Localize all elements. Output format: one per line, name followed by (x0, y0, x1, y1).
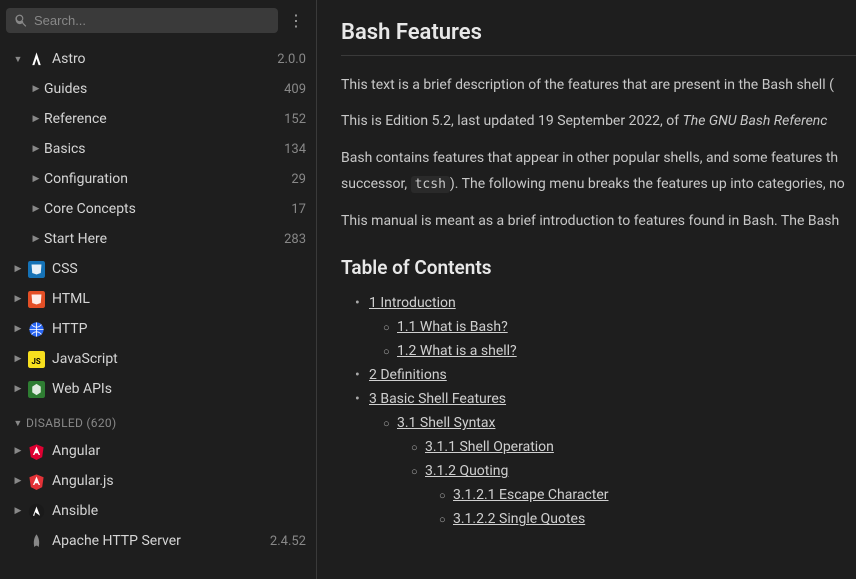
disabled-docset-angular[interactable]: ▶ Angular (0, 436, 316, 466)
chevron-right-icon: ▶ (10, 294, 26, 304)
docset-label: Web APIs (52, 381, 306, 397)
webapi-icon (26, 379, 46, 399)
chevron-right-icon: ▶ (28, 114, 44, 124)
folder-label: Configuration (44, 171, 291, 187)
folder-count: 134 (284, 142, 306, 157)
intro-para-3b: successor, tcsh). The following menu bre… (341, 173, 856, 196)
more-vert-icon: ⋮ (288, 11, 304, 30)
search-box[interactable] (6, 8, 278, 33)
docset-html[interactable]: ▶ HTML (0, 284, 316, 314)
toc: 1 Introduction 1.1 What is Bash? 1.2 Wha… (341, 295, 856, 527)
toc-heading: Table of Contents (341, 256, 856, 279)
folder-count: 17 (291, 202, 306, 217)
intro-para-3a: Bash contains features that appear in ot… (341, 147, 856, 169)
sidebar: ⋮ ▼ Astro 2.0.0 ▶ Guides 409▶ Reference … (0, 0, 317, 579)
docset-javascript[interactable]: ▶ JS JavaScript (0, 344, 316, 374)
tree-folder[interactable]: ▶ Guides 409 (0, 74, 316, 104)
folder-label: Guides (44, 81, 284, 97)
more-menu-button[interactable]: ⋮ (282, 6, 310, 34)
search-icon (14, 13, 28, 27)
chevron-right-icon: ▶ (10, 476, 26, 486)
code-tcsh: tcsh (411, 176, 450, 193)
disabled-docset-angular-js[interactable]: ▶ Angular.js (0, 466, 316, 496)
http-icon (26, 319, 46, 339)
chevron-down-icon: ▼ (10, 418, 26, 429)
tree-folder[interactable]: ▶ Basics 134 (0, 134, 316, 164)
angularjs-icon (26, 471, 46, 491)
disabled-docset-apache-http-server[interactable]: Apache HTTP Server 2.4.52 (0, 526, 316, 556)
chevron-right-icon: ▶ (28, 174, 44, 184)
toc-link[interactable]: 3.1.1 Shell Operation (425, 439, 554, 455)
chevron-down-icon: ▼ (10, 54, 26, 65)
astro-icon (26, 49, 46, 69)
ansible-icon (26, 501, 46, 521)
folder-label: Core Concepts (44, 201, 291, 217)
disabled-header-label: DISABLED (620) (26, 416, 116, 430)
intro-para-4: This manual is meant as a brief introduc… (341, 210, 856, 232)
angular-icon (26, 441, 46, 461)
chevron-right-icon: ▶ (28, 204, 44, 214)
docset-label: Angular.js (52, 473, 306, 489)
docset-label: CSS (52, 261, 306, 277)
tree-folder[interactable]: ▶ Core Concepts 17 (0, 194, 316, 224)
css-icon (26, 259, 46, 279)
folder-count: 152 (284, 112, 306, 127)
content-pane: Bash Features This text is a brief descr… (317, 0, 856, 579)
toc-link[interactable]: 3.1.2.1 Escape Character (453, 487, 609, 503)
intro-para-2: This is Edition 5.2, last updated 19 Sep… (341, 110, 856, 132)
docset-css[interactable]: ▶ CSS (0, 254, 316, 284)
toc-link[interactable]: 2 Definitions (369, 367, 447, 383)
chevron-right-icon: ▶ (10, 506, 26, 516)
toc-link[interactable]: 3.1.2.2 Single Quotes (453, 511, 585, 527)
docset-label: Angular (52, 443, 306, 459)
folder-count: 283 (284, 232, 306, 247)
docset-web-apis[interactable]: ▶ Web APIs (0, 374, 316, 404)
docset-tree: ▼ Astro 2.0.0 ▶ Guides 409▶ Reference 15… (0, 40, 316, 579)
folder-count: 409 (284, 82, 306, 97)
svg-text:JS: JS (31, 356, 40, 365)
docset-label: HTTP (52, 321, 306, 337)
tree-folder[interactable]: ▶ Configuration 29 (0, 164, 316, 194)
docset-label: HTML (52, 291, 306, 307)
search-input[interactable] (34, 13, 270, 28)
chevron-right-icon: ▶ (28, 234, 44, 244)
docset-label: Apache HTTP Server (52, 533, 270, 549)
docset-version: 2.0.0 (277, 52, 306, 67)
chevron-right-icon: ▶ (10, 354, 26, 364)
toc-link[interactable]: 1 Introduction (369, 295, 456, 311)
intro-para-1: This text is a brief description of the … (341, 74, 856, 96)
chevron-right-icon: ▶ (10, 384, 26, 394)
docset-version: 2.4.52 (270, 534, 306, 549)
chevron-right-icon: ▶ (10, 324, 26, 334)
toc-link[interactable]: 1.1 What is Bash? (397, 319, 508, 335)
docset-astro[interactable]: ▼ Astro 2.0.0 (0, 44, 316, 74)
folder-label: Basics (44, 141, 284, 157)
tree-folder[interactable]: ▶ Start Here 283 (0, 224, 316, 254)
docset-label: Astro (52, 51, 277, 67)
folder-count: 29 (291, 172, 306, 187)
page-title: Bash Features (341, 20, 856, 56)
chevron-right-icon: ▶ (28, 84, 44, 94)
chevron-right-icon: ▶ (28, 144, 44, 154)
toc-link[interactable]: 1.2 What is a shell? (397, 343, 517, 359)
apache-icon (26, 531, 46, 551)
js-icon: JS (26, 349, 46, 369)
folder-label: Start Here (44, 231, 284, 247)
html-icon (26, 289, 46, 309)
chevron-right-icon: ▶ (10, 446, 26, 456)
toc-link[interactable]: 3.1 Shell Syntax (397, 415, 495, 431)
toc-link[interactable]: 3.1.2 Quoting (425, 463, 508, 479)
folder-label: Reference (44, 111, 284, 127)
docset-label: JavaScript (52, 351, 306, 367)
chevron-right-icon: ▶ (10, 264, 26, 274)
toc-link[interactable]: 3 Basic Shell Features (369, 391, 506, 407)
search-row: ⋮ (0, 0, 316, 40)
tree-folder[interactable]: ▶ Reference 152 (0, 104, 316, 134)
docset-label: Ansible (52, 503, 306, 519)
docset-http[interactable]: ▶ HTTP (0, 314, 316, 344)
disabled-header[interactable]: ▼ DISABLED (620) (0, 410, 316, 436)
disabled-docset-ansible[interactable]: ▶ Ansible (0, 496, 316, 526)
